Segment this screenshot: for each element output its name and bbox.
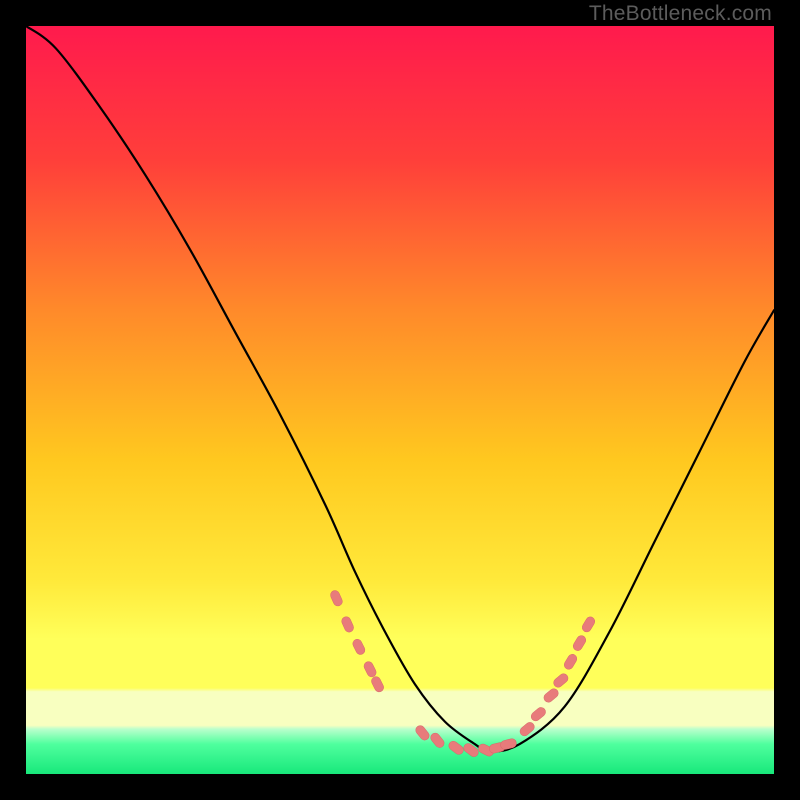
watermark-text: TheBottleneck.com <box>589 2 772 26</box>
bottleneck-chart <box>26 26 774 774</box>
gradient-background <box>26 26 774 774</box>
chart-frame <box>26 26 774 774</box>
